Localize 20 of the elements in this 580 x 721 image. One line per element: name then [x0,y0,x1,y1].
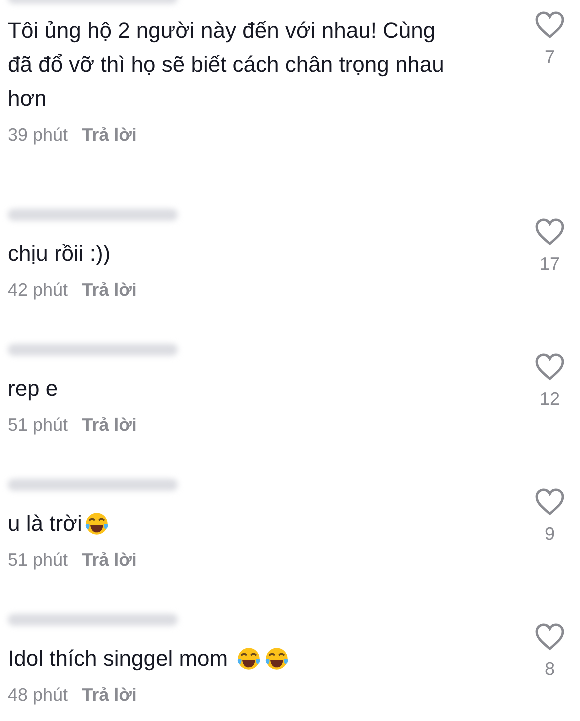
reply-link[interactable]: Trả lời [82,280,137,301]
comment-time: 51 phút [8,550,68,571]
comment-text: u là trời [8,510,82,538]
comment-text: rep e [8,375,58,403]
reply-link[interactable]: Trả lời [82,685,137,706]
comment-time: 42 phút [8,280,68,301]
reply-link[interactable]: Trả lời [82,550,137,571]
like-count: 9 [544,524,555,545]
reply-link[interactable]: Trả lời [82,125,137,146]
comment-time: 39 phút [8,125,68,146]
like-count: 17 [540,254,560,275]
comment-text: Tôi ủng hộ 2 người này đến với nhau! Cùng đã đổ vỡ thì họ sẽ biết cách chân trọng nhau hơn [8,17,446,113]
like-count: 7 [544,47,555,68]
like-count: 12 [540,389,560,410]
reply-link[interactable]: Trả lời [82,415,137,436]
comment-time: 48 phút [8,685,68,706]
comment-time: 51 phút [8,415,68,436]
like-count: 8 [544,659,555,680]
comment-text: chịu rồii :)) [8,240,111,268]
comment-text: Idol thích singgel mom [8,645,230,673]
